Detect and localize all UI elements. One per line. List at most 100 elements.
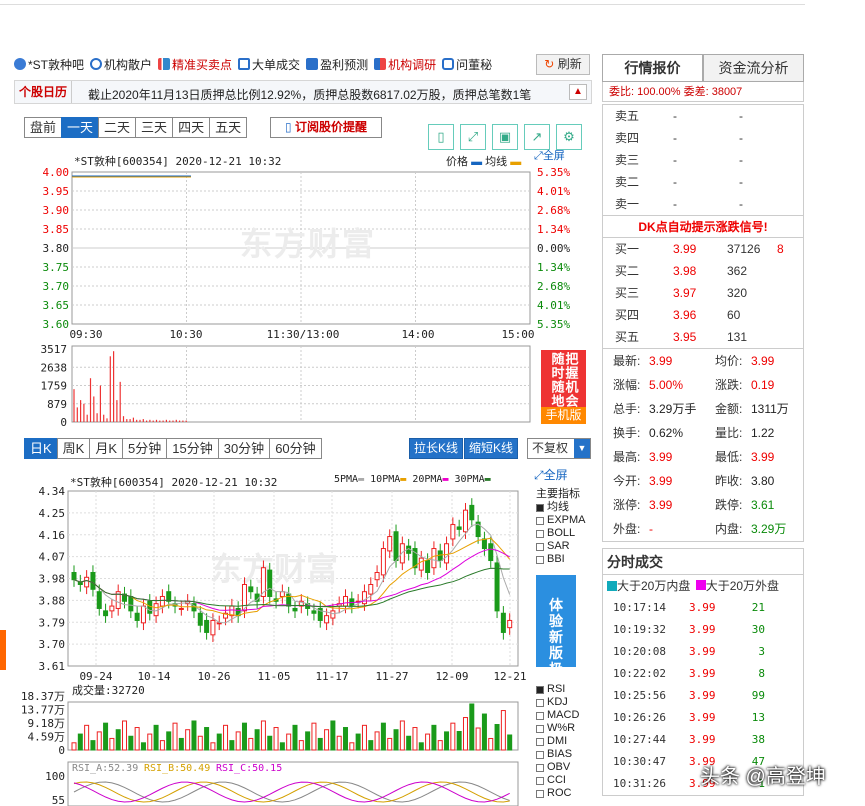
price-alert-button[interactable]: ▯ 订阅股价提醒 [270,117,382,138]
shorten-kline-button[interactable]: 缩短K线 [464,438,519,459]
volume-bar [456,730,462,751]
trade-volume: 3 [758,645,765,658]
sub-wr[interactable]: W%R [536,722,579,735]
tab-4day[interactable]: 四天 [172,117,211,138]
candle [488,543,494,562]
ind-boll[interactable]: BOLL [536,527,586,540]
refresh-button[interactable]: ↻ 刷新 [536,54,590,75]
k-vol-tick: 13.77万 [21,704,65,717]
lengthen-kline-button[interactable]: 拉长K线 [409,438,464,459]
ind-sar[interactable]: SAR [536,540,586,553]
price-tick: 3.65 [43,299,70,312]
tablet-icon[interactable]: ▯ [428,124,454,150]
quote-tabs: 行情报价 资金流分析 [602,54,804,82]
trade-volume: 38 [751,733,765,746]
sub-rsi[interactable]: RSI [536,683,579,696]
link-research[interactable]: 机构调研 [374,56,436,73]
tab-daily-k[interactable]: 日K [24,438,58,459]
tab-premarket[interactable]: 盘前 [24,117,63,138]
ind-expma[interactable]: EXPMA [536,514,586,527]
candle [90,572,96,590]
volume-bar [197,735,203,751]
ind-ma[interactable]: 均线 [536,501,586,514]
candle [450,524,456,540]
ask-table: 卖五 - - 卖四 - - 卖三 - - 卖二 - - 卖一 - - [602,104,804,216]
link-institution[interactable]: 机构散户 [90,56,152,73]
volume-bar [412,727,418,751]
sub-dmi[interactable]: DMI [536,735,579,748]
trade-row: 10:26:26 3.99 13 [603,707,803,729]
book-price: 3.96 [673,308,697,322]
rsi-tick: 55 [52,794,65,806]
candle [444,543,450,564]
volume-bar [500,710,506,751]
bid-row: 买三 3.97 320 [603,282,803,304]
tab-quote[interactable]: 行情报价 [602,54,703,81]
rsi-b-label: RSI_B:50.49 [144,763,210,774]
volume-bar [204,727,210,751]
candle [153,603,159,617]
volume-bar [109,737,115,751]
mobile-promo-label[interactable]: 手机版 [541,407,586,424]
adjust-select[interactable]: 不复权 ▼ [527,438,591,459]
k-date-tick: 10-26 [197,670,230,683]
stock-calendar-notice: 个股日历 截止2020年11月13日质押总比例12.92%，质押总股数6817.… [14,80,592,104]
volume-bar [71,742,77,751]
sub-kdj[interactable]: KDJ [536,696,579,709]
book-level: 卖三 [615,153,640,167]
stat-value: 3.99 [649,474,673,488]
side-tab[interactable] [0,630,6,670]
kline-fullscreen[interactable]: ⤢全屏 [534,466,568,483]
book-count: 8 [777,242,784,256]
pct-tick: 2.68% [537,204,570,217]
tab-60min[interactable]: 60分钟 [269,438,322,459]
sub-cci[interactable]: CCI [536,774,579,787]
tab-weekly-k[interactable]: 周K [56,438,91,459]
tab-5min[interactable]: 5分钟 [122,438,168,459]
stat-label: 跌停: [715,498,743,512]
tab-30min[interactable]: 30分钟 [217,438,271,459]
link-ask[interactable]: 问董秘 [442,56,492,73]
tab-3day[interactable]: 三天 [135,117,174,138]
tab-fundflow[interactable]: 资金流分析 [703,54,804,81]
link-buy-sell[interactable]: 精准买卖点 [158,56,232,73]
tab-5day[interactable]: 五天 [209,117,248,138]
stat-value: 3.99 [649,498,673,512]
k-vol-tick: 9.18万 [28,717,66,730]
calendar-tag[interactable]: 个股日历 [15,81,73,103]
ind-bbi[interactable]: BBI [536,553,586,566]
volume-bar [122,720,128,751]
candle [103,610,109,617]
sub-bias[interactable]: BIAS [536,748,579,761]
new-version-promo[interactable]: 体验新版极速行情 [536,575,576,725]
save-icon[interactable]: ▣ [492,124,518,150]
sub-macd[interactable]: MACD [536,709,579,722]
tab-2day[interactable]: 二天 [98,117,137,138]
volume-label: 成交量:32720 [72,683,145,697]
k-date-tick: 12-21 [493,670,526,683]
volume-bar [241,722,247,751]
volume-bar [349,742,355,751]
pct-tick: 0.00% [537,242,570,255]
pct-tick: 4.01% [537,299,570,312]
tab-monthly-k[interactable]: 月K [89,438,124,459]
collapse-up-icon[interactable]: ▲ [569,84,587,100]
dk-signal[interactable]: DK点自动提示涨跌信号! [602,216,804,238]
link-stock-bar[interactable]: *ST敦种吧 [14,56,84,73]
tab-1day[interactable]: 一天 [61,117,100,138]
volume-bar [153,724,159,751]
sub-obv[interactable]: OBV [536,761,579,774]
candle [178,607,184,610]
link-big-order[interactable]: 大单成交 [238,56,300,73]
volume-bar [90,740,96,751]
volume-bar [254,729,260,751]
sub-roc[interactable]: ROC [536,787,579,800]
stat-row: 外盘: - 内盘: 3.29万 [603,517,803,541]
tab-15min[interactable]: 15分钟 [166,438,219,459]
expand-icon[interactable]: ⤢ [460,124,486,150]
link-profit[interactable]: 盈利预测 [306,56,368,73]
book-level: 卖二 [615,175,640,189]
k-price-tick: 3.88 [39,594,66,607]
candle [343,595,349,607]
book-volume: 362 [727,264,748,278]
